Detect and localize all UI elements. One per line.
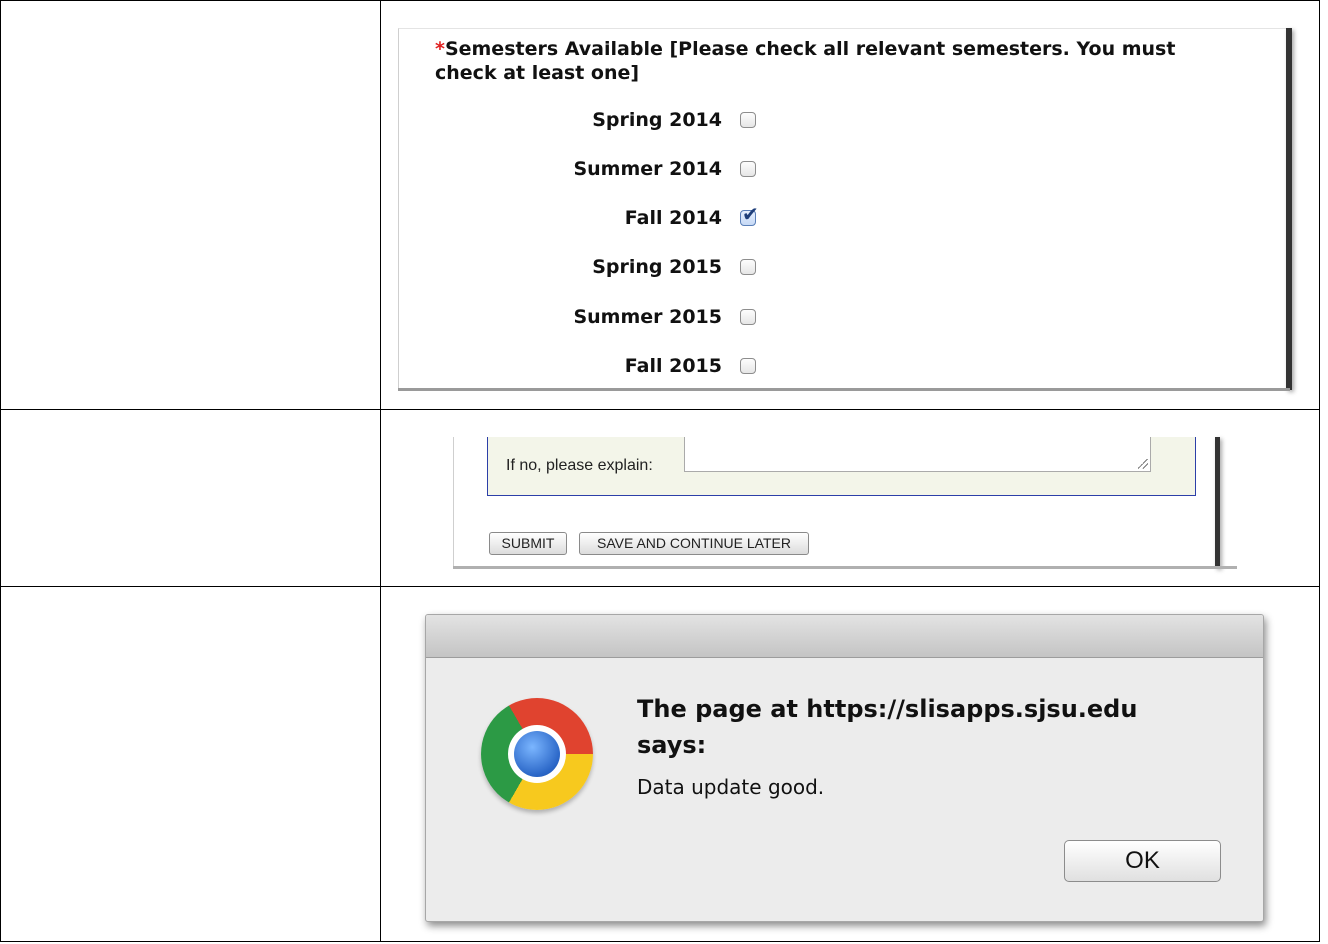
semester-option[interactable]: Fall 2015	[470, 353, 770, 379]
semester-label: Spring 2015	[592, 256, 722, 278]
table-row-divider	[0, 409, 1320, 410]
dialog-heading: The page at https://slisapps.sjsu.edu sa…	[637, 695, 1138, 759]
save-continue-later-button[interactable]: SAVE AND CONTINUE LATER	[579, 532, 809, 555]
explain-label: If no, please explain:	[506, 457, 653, 474]
semester-option[interactable]: Spring 2015	[470, 254, 770, 280]
semester-option[interactable]: Summer 2015	[470, 304, 770, 330]
semester-checkbox[interactable]	[740, 259, 756, 275]
semester-label: Fall 2014	[624, 207, 722, 229]
semester-option[interactable]: Summer 2014	[470, 156, 770, 182]
semester-checkbox[interactable]	[740, 112, 756, 128]
chrome-logo-icon	[481, 698, 593, 810]
semester-label: Spring 2014	[592, 109, 722, 131]
semester-label: Summer 2014	[573, 158, 722, 180]
semester-checkbox[interactable]	[740, 161, 756, 177]
ok-button[interactable]: OK	[1064, 840, 1221, 882]
dialog-titlebar[interactable]	[426, 615, 1263, 658]
resize-grip-icon[interactable]	[1138, 459, 1148, 469]
semester-label: Fall 2015	[624, 355, 722, 377]
submit-button[interactable]: SUBMIT	[489, 532, 567, 555]
table-column-divider	[380, 0, 381, 942]
alert-dialog: The page at https://slisapps.sjsu.edu sa…	[425, 614, 1264, 922]
scrollbar[interactable]	[1286, 28, 1292, 390]
scrollbar[interactable]	[1215, 437, 1220, 568]
semester-option[interactable]: Spring 2014	[470, 107, 770, 133]
semester-label: Summer 2015	[573, 306, 722, 328]
semesters-question: *Semesters Available [Please check all r…	[435, 37, 1235, 85]
required-marker: *	[435, 38, 445, 60]
dialog-message: Data update good.	[637, 775, 825, 799]
semester-checkbox[interactable]	[740, 358, 756, 374]
semester-checkbox[interactable]: ✔	[740, 204, 759, 226]
explain-textarea[interactable]	[684, 437, 1151, 472]
screenshot-edge	[398, 388, 1290, 391]
table-row-divider	[0, 586, 1320, 587]
checkmark-icon: ✔	[742, 202, 759, 226]
semester-option[interactable]: Fall 2014 ✔	[470, 204, 770, 231]
semester-checkbox[interactable]	[740, 309, 756, 325]
semesters-question-text: Semesters Available [Please check all re…	[435, 38, 1176, 84]
screenshot-edge	[453, 566, 1237, 569]
